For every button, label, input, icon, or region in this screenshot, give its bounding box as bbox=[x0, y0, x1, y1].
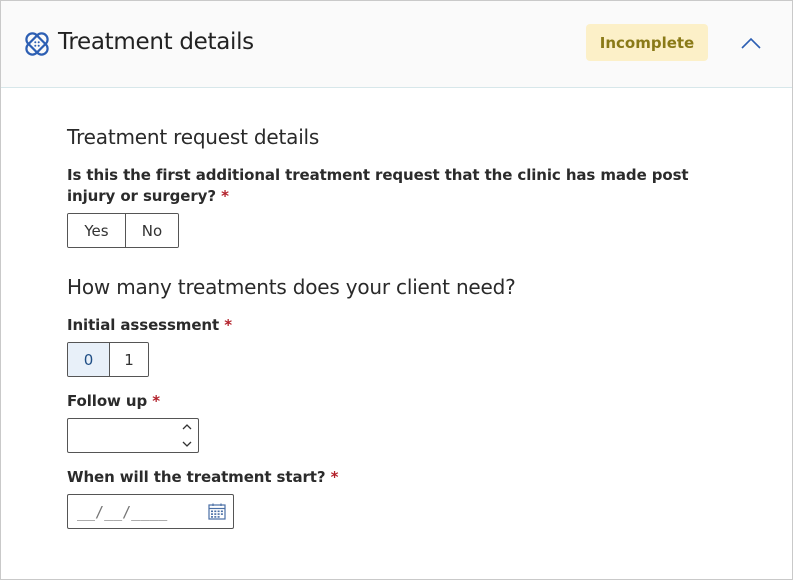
required-marker: * bbox=[224, 316, 232, 334]
calendar-icon[interactable] bbox=[208, 503, 226, 520]
follow-up-label: Follow up * bbox=[67, 391, 707, 412]
start-date-field bbox=[67, 494, 234, 529]
follow-up-text: Follow up bbox=[67, 392, 148, 410]
initial-assessment-text: Initial assessment bbox=[67, 316, 220, 334]
panel-header[interactable]: Treatment details Incomplete bbox=[1, 1, 792, 88]
first-request-toggle: Yes No bbox=[67, 213, 179, 248]
initial-assessment-toggle: 0 1 bbox=[67, 342, 149, 377]
initial-assessment-label: Initial assessment * bbox=[67, 315, 707, 336]
required-marker: * bbox=[330, 468, 339, 486]
treatment-details-panel: Treatment details Incomplete Treatment r… bbox=[0, 0, 793, 580]
start-date-label: When will the treatment start? * bbox=[67, 467, 707, 488]
start-date-text: When will the treatment start? bbox=[67, 468, 326, 486]
first-request-question-label: Is this the first additional treatment r… bbox=[67, 165, 707, 207]
required-marker: * bbox=[221, 187, 229, 205]
stepper-arrows-icon[interactable] bbox=[180, 421, 194, 451]
cross-medical-icon bbox=[25, 32, 49, 56]
status-badge: Incomplete bbox=[586, 24, 708, 61]
yes-option-button[interactable]: Yes bbox=[68, 214, 125, 247]
page-title: Treatment details bbox=[58, 29, 254, 55]
follow-up-input[interactable] bbox=[68, 419, 168, 452]
follow-up-stepper bbox=[67, 418, 199, 453]
chevron-up-icon[interactable] bbox=[736, 31, 766, 55]
question-text: Is this the first additional treatment r… bbox=[67, 166, 689, 205]
no-option-button[interactable]: No bbox=[125, 214, 178, 247]
assessment-option-0[interactable]: 0 bbox=[68, 343, 109, 376]
section-title-treatments: How many treatments does your client nee… bbox=[67, 275, 516, 299]
required-marker: * bbox=[152, 392, 161, 410]
start-date-input[interactable] bbox=[68, 495, 198, 528]
assessment-option-1[interactable]: 1 bbox=[109, 343, 148, 376]
section-title-request: Treatment request details bbox=[67, 125, 320, 149]
